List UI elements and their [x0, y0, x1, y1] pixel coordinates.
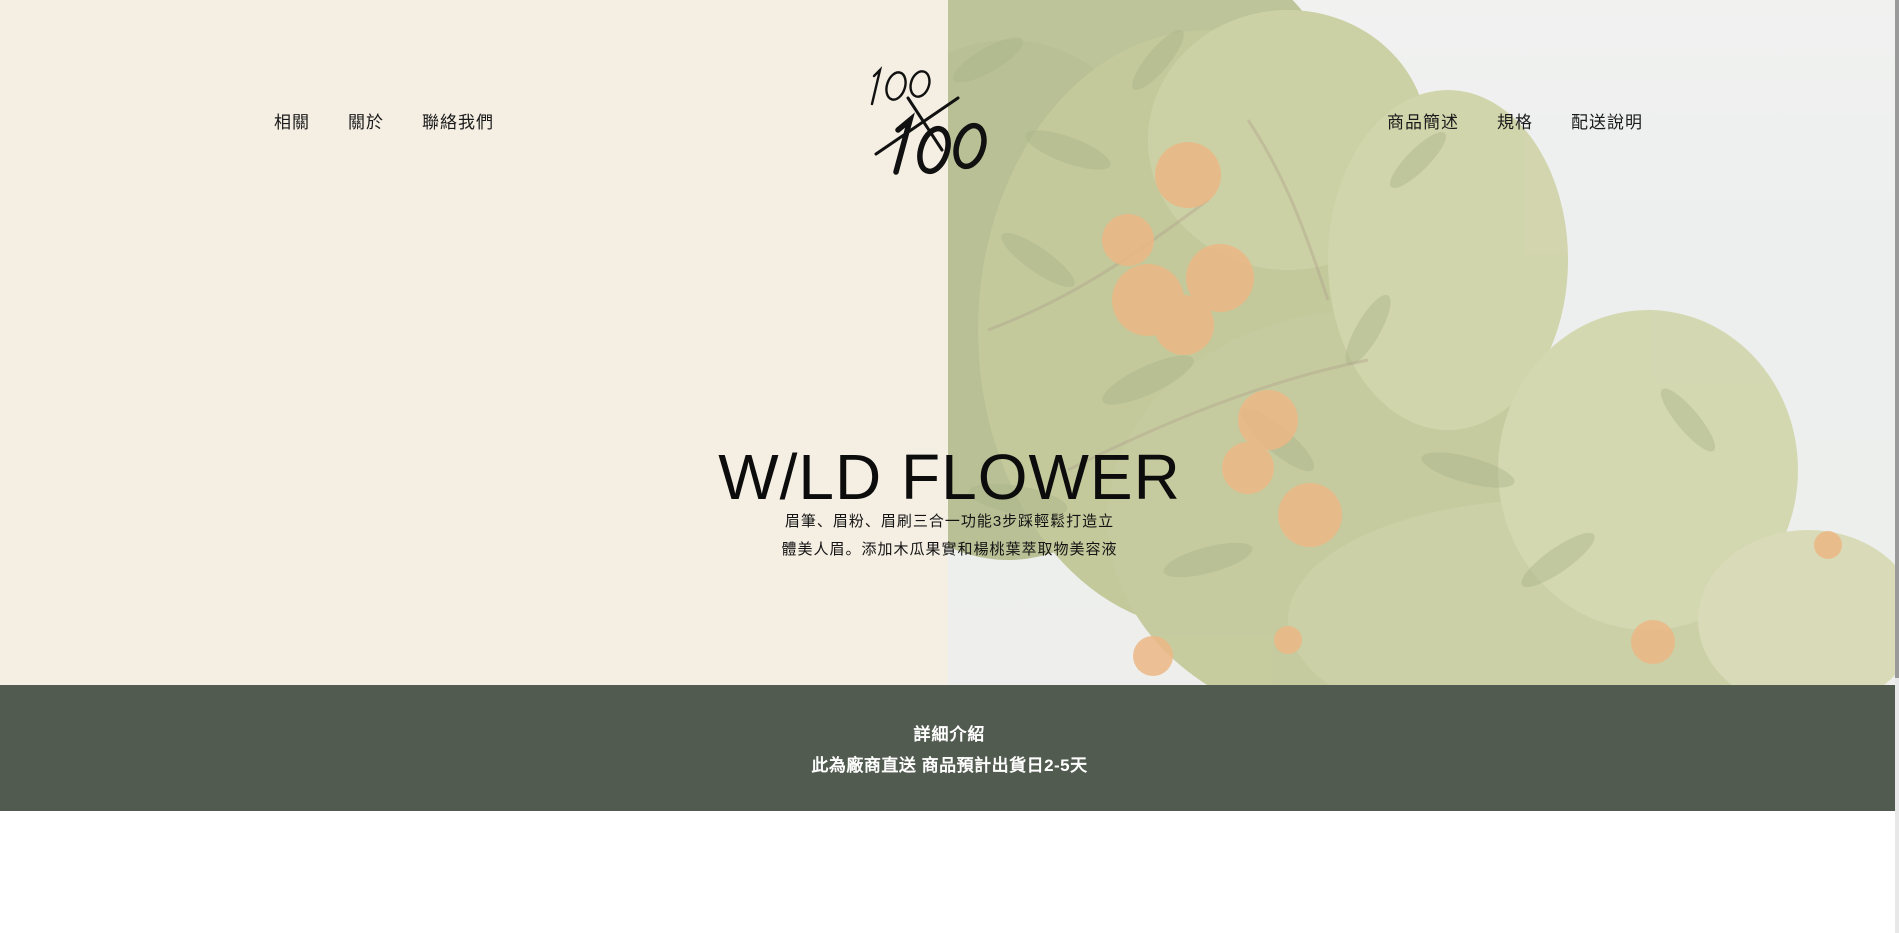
nav-link-shipping[interactable]: 配送說明: [1571, 108, 1643, 133]
nav-link-related[interactable]: 相關: [274, 108, 310, 133]
image-overlay: [948, 0, 1899, 685]
hero-subtitle: 眉筆、眉粉、眉刷三合一功能3步踩輕鬆打造立 體美人眉。添加木瓜果實和楊桃葉萃取物…: [0, 508, 1899, 564]
hero-subtitle-line-2: 體美人眉。添加木瓜果實和楊桃葉萃取物美容液: [781, 541, 1118, 558]
shipping-note: 此為廠商直送 商品預計出貨日2-5天: [811, 756, 1088, 775]
banner-title: 詳細介紹: [913, 725, 986, 744]
nav-link-about[interactable]: 關於: [348, 108, 384, 133]
nav-link-specs[interactable]: 規格: [1497, 108, 1533, 133]
hero-subtitle-line-1: 眉筆、眉粉、眉刷三合一功能3步踩輕鬆打造立: [784, 513, 1115, 530]
hero-title: W/LD FLOWER: [718, 440, 1181, 513]
hero-left-panel: [0, 0, 948, 685]
nav-link-contact[interactable]: 聯絡我們: [422, 108, 494, 133]
scrollbar-thumb[interactable]: [1895, 0, 1899, 678]
nav-left: 相關 關於 聯絡我們: [274, 108, 494, 133]
nav-link-product-overview[interactable]: 商品簡述: [1387, 108, 1459, 133]
100x100-logo-icon[interactable]: [868, 62, 998, 184]
hero-section: 相關 關於 聯絡我們 商品簡述 規格 配送說明 W/LD FLOWER 眉筆、眉…: [0, 0, 1899, 685]
orange-tree-image: [948, 0, 1899, 685]
nav-right: 商品簡述 規格 配送說明: [1387, 108, 1643, 133]
page-scrollbar[interactable]: [1895, 0, 1899, 933]
details-banner: 詳細介紹 此為廠商直送 商品預計出貨日2-5天: [0, 685, 1899, 811]
